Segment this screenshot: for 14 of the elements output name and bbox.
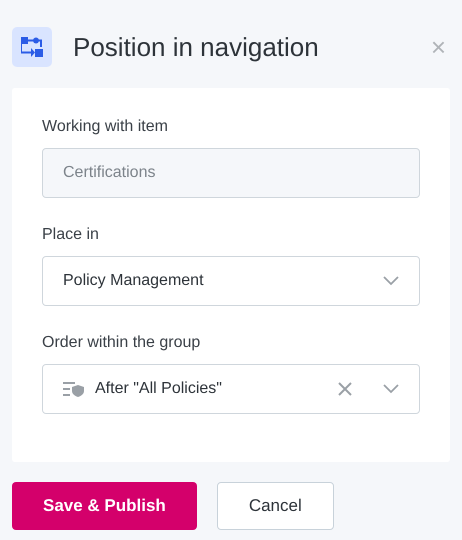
navigation-icon <box>12 27 52 67</box>
chevron-down-icon[interactable] <box>383 384 399 394</box>
list-shield-icon <box>63 381 85 397</box>
save-button[interactable]: Save & Publish <box>12 482 197 530</box>
clear-icon[interactable] <box>337 381 353 397</box>
dialog-title: Position in navigation <box>73 32 320 62</box>
field-label: Place in <box>42 226 100 244</box>
select-field[interactable]: After "All Policies" <box>42 364 420 414</box>
field-label: Working with item <box>42 118 169 136</box>
item-field: Certifications <box>42 148 420 198</box>
select-field[interactable]: Policy Management <box>42 256 420 306</box>
chevron-down-icon[interactable] <box>383 276 399 286</box>
field-label: Order within the group <box>42 334 202 352</box>
cancel-button[interactable]: Cancel <box>216 482 334 530</box>
